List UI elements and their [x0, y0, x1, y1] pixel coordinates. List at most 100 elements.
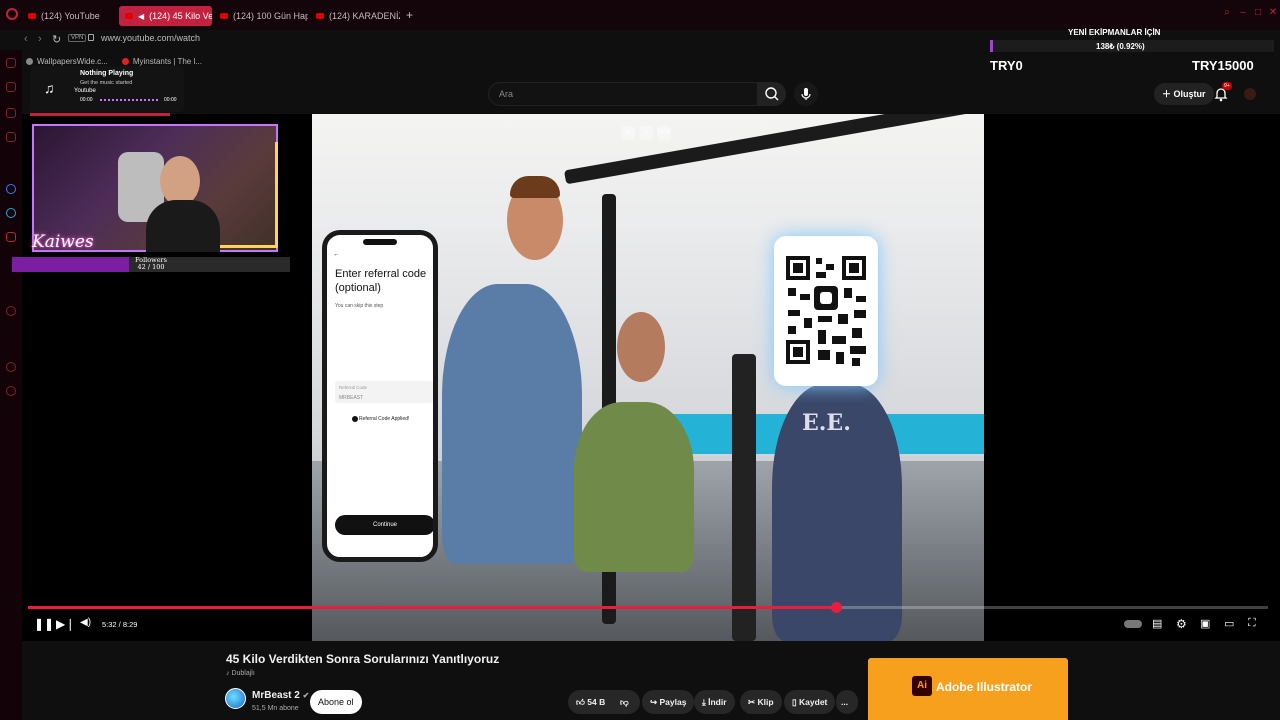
- video-progress: [28, 606, 837, 609]
- followers-count: 42 / 100: [137, 263, 165, 271]
- search-button[interactable]: [758, 82, 786, 106]
- home-icon[interactable]: [6, 58, 16, 68]
- check-icon: [352, 416, 358, 422]
- more-actions-button[interactable]: ...: [836, 690, 858, 714]
- tab-video-karadeniz[interactable]: (124) KARADENİZ BÖLGE: [310, 6, 400, 26]
- search-icon: [765, 87, 779, 101]
- forward-icon[interactable]: ›: [38, 33, 42, 45]
- youtube-favicon-icon: [220, 13, 228, 19]
- donation-title: YENİ EKİPMANLAR İÇİN: [1068, 28, 1161, 37]
- music-subtitle: Get the music started: [80, 80, 133, 86]
- download-button[interactable]: ⤓ İndir: [694, 690, 735, 714]
- vpn-badge[interactable]: VPN: [68, 34, 87, 42]
- notifications-button[interactable]: 9+: [1214, 82, 1232, 102]
- phone-continue-button: Continue: [335, 515, 433, 535]
- opera-logo-icon[interactable]: [6, 8, 18, 20]
- tab-label: (124) 100 Gün Hapishane: [233, 11, 308, 21]
- share-button[interactable]: ↪ Paylaş: [642, 690, 695, 714]
- phone-title: Enter referral code (optional): [335, 268, 427, 294]
- back-icon[interactable]: ‹: [24, 33, 28, 45]
- fullscreen-icon[interactable]: ⛶: [1248, 617, 1256, 630]
- referral-code-label: Referral Code: [339, 385, 368, 390]
- url-field[interactable]: www.youtube.com/watch: [101, 33, 200, 43]
- new-tab-button[interactable]: +: [406, 8, 413, 22]
- phone-subtitle: You can skip this step: [335, 303, 384, 309]
- pip-icon[interactable]: ▯: [639, 126, 653, 140]
- next-button[interactable]: ▶❘: [56, 617, 75, 631]
- miniplayer-icon[interactable]: ▣: [1200, 617, 1210, 630]
- channel-name[interactable]: MrBeast 2 ✔: [252, 690, 309, 701]
- sidebar-app-icon[interactable]: [6, 82, 16, 92]
- person-blue-shirt: [442, 284, 582, 564]
- minimize-icon[interactable]: –: [1238, 8, 1248, 18]
- like-button[interactable]: 👍︎ 54 B: [576, 697, 605, 707]
- bookmark-item[interactable]: Myinstants | The l...: [121, 57, 202, 66]
- sidebar-app-icon[interactable]: [6, 108, 16, 118]
- telegram-icon[interactable]: [6, 208, 16, 218]
- streamer-body: [146, 200, 220, 252]
- referral-code-value: MRBEAST: [339, 395, 364, 401]
- volume-icon[interactable]: ◀): [80, 617, 91, 628]
- lock-icon[interactable]: [88, 34, 94, 41]
- ad-banner[interactable]: Ai Adobe Illustrator: [868, 658, 1068, 720]
- music-progress: [100, 99, 158, 101]
- create-button[interactable]: ＋ Oluştur: [1154, 83, 1214, 105]
- pause-button[interactable]: ❚❚: [34, 617, 54, 631]
- search-input[interactable]: Ara: [488, 82, 758, 106]
- tab-label: (124) YouTube: [41, 11, 100, 21]
- settings-icon[interactable]: [6, 386, 16, 396]
- myinstants-icon: [121, 57, 129, 65]
- maximize-icon[interactable]: □: [1253, 8, 1263, 18]
- video-title: 45 Kilo Verdikten Sonra Sorularınızı Yan…: [226, 652, 500, 666]
- instagram-icon[interactable]: [6, 232, 16, 242]
- dislike-button[interactable]: 👎︎: [620, 690, 629, 714]
- bookmark-item[interactable]: WallpapersWide.c...: [26, 57, 108, 66]
- clip-button[interactable]: ✂ Klip: [740, 690, 782, 714]
- referral-applied-text: Referral Code Applied!: [359, 416, 410, 422]
- history-icon[interactable]: [6, 362, 16, 372]
- globe-icon: [26, 57, 33, 65]
- donation-progress: [990, 40, 993, 52]
- sidebar-app-icon[interactable]: [6, 132, 16, 142]
- subtitles-icon[interactable]: ▤: [1152, 617, 1162, 630]
- search-tabs-icon[interactable]: ⌕: [1222, 8, 1232, 18]
- close-icon[interactable]: ✕: [1268, 8, 1278, 18]
- notification-count-badge: 9+: [1222, 82, 1232, 90]
- music-source: Youtube: [74, 88, 96, 94]
- settings-gear-icon[interactable]: ⚙: [1176, 617, 1187, 631]
- music-note-icon: ♫: [44, 80, 55, 96]
- shirt-text: E.E.: [802, 410, 851, 436]
- sidebar-app-icon[interactable]: [6, 306, 16, 316]
- donation-start: TRY0: [990, 58, 1023, 73]
- subscriber-count: 51,5 Mn abone: [252, 705, 299, 712]
- reload-icon[interactable]: ↻: [52, 33, 61, 46]
- video-frame: E.E. ← Enter referral code (optional) Yo…: [312, 114, 984, 641]
- plus-icon: ＋: [1162, 89, 1174, 99]
- thumbs-up-icon: 👍︎: [576, 697, 588, 707]
- music-time-start: 00:00: [80, 97, 93, 103]
- thumbs-down-icon: 👎︎: [620, 697, 629, 707]
- autoplay-toggle[interactable]: [1124, 620, 1142, 628]
- messenger-icon[interactable]: [6, 184, 16, 194]
- time-display: 5:32 / 8:29: [102, 620, 138, 629]
- channel-avatar[interactable]: [225, 688, 246, 709]
- browser-sidebar: [0, 50, 22, 720]
- tab-youtube-home[interactable]: (124) YouTube: [22, 6, 114, 26]
- followers-goal-bar: Followers 42 / 100: [12, 257, 290, 272]
- tab-current-video[interactable]: ◀ (124) 45 Kilo Verdikt: [119, 6, 212, 26]
- subscribe-button[interactable]: Abone ol: [310, 690, 362, 714]
- donation-amount: 138₺ (0.92%): [1096, 42, 1145, 51]
- person-head: [617, 312, 665, 382]
- youtube-header: Ara ＋ Oluştur 9+: [22, 72, 1280, 114]
- music-widget: ♫ Nothing Playing Get the music started …: [30, 66, 184, 112]
- qr-code-icon: [782, 250, 870, 370]
- rex-badge[interactable]: REX: [657, 126, 671, 140]
- theater-mode-icon[interactable]: ▭: [1224, 617, 1234, 630]
- donation-goal: TRY15000: [1192, 58, 1254, 73]
- voice-search-button[interactable]: [794, 82, 818, 106]
- save-button[interactable]: ▯ Kaydet: [784, 690, 836, 714]
- copy-icon[interactable]: ⧉: [621, 126, 635, 140]
- tab-video-hapishane[interactable]: (124) 100 Gün Hapishane: [214, 6, 308, 26]
- microphone-icon: [801, 88, 811, 100]
- account-avatar[interactable]: [1244, 88, 1256, 100]
